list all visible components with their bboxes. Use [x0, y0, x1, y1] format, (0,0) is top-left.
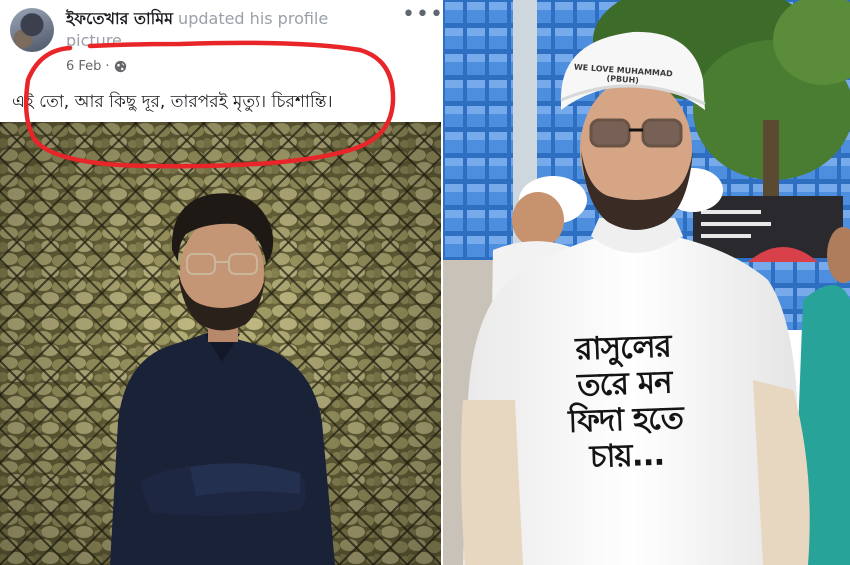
post-meta: 6 Feb ·: [66, 57, 127, 75]
author-avatar[interactable]: [10, 8, 54, 52]
post-more-options-button[interactable]: •••: [402, 4, 443, 30]
author-name-link[interactable]: ইফতেখার তামিম: [66, 9, 173, 28]
post-header: ইফতেখার তামিম updated his profile pictur…: [0, 0, 443, 122]
meta-separator: ·: [105, 58, 110, 74]
facebook-post: ইফতেখার তামিম updated his profile pictur…: [0, 0, 443, 565]
post-body-text: এই তো, আর কিছু দূর, তারপরই মৃত্যু। চিরশা…: [12, 92, 333, 112]
shirt-print-text: রাসুলের তরে মন ফিদা হতে চায়...: [567, 328, 684, 476]
globe-icon: [114, 60, 127, 73]
post-author-line: ইফতেখার তামিম updated his profile pictur…: [66, 8, 376, 52]
post-date-link[interactable]: 6 Feb: [66, 59, 101, 74]
more-horizontal-icon: •••: [402, 2, 443, 27]
profile-picture-photo[interactable]: [0, 122, 443, 565]
